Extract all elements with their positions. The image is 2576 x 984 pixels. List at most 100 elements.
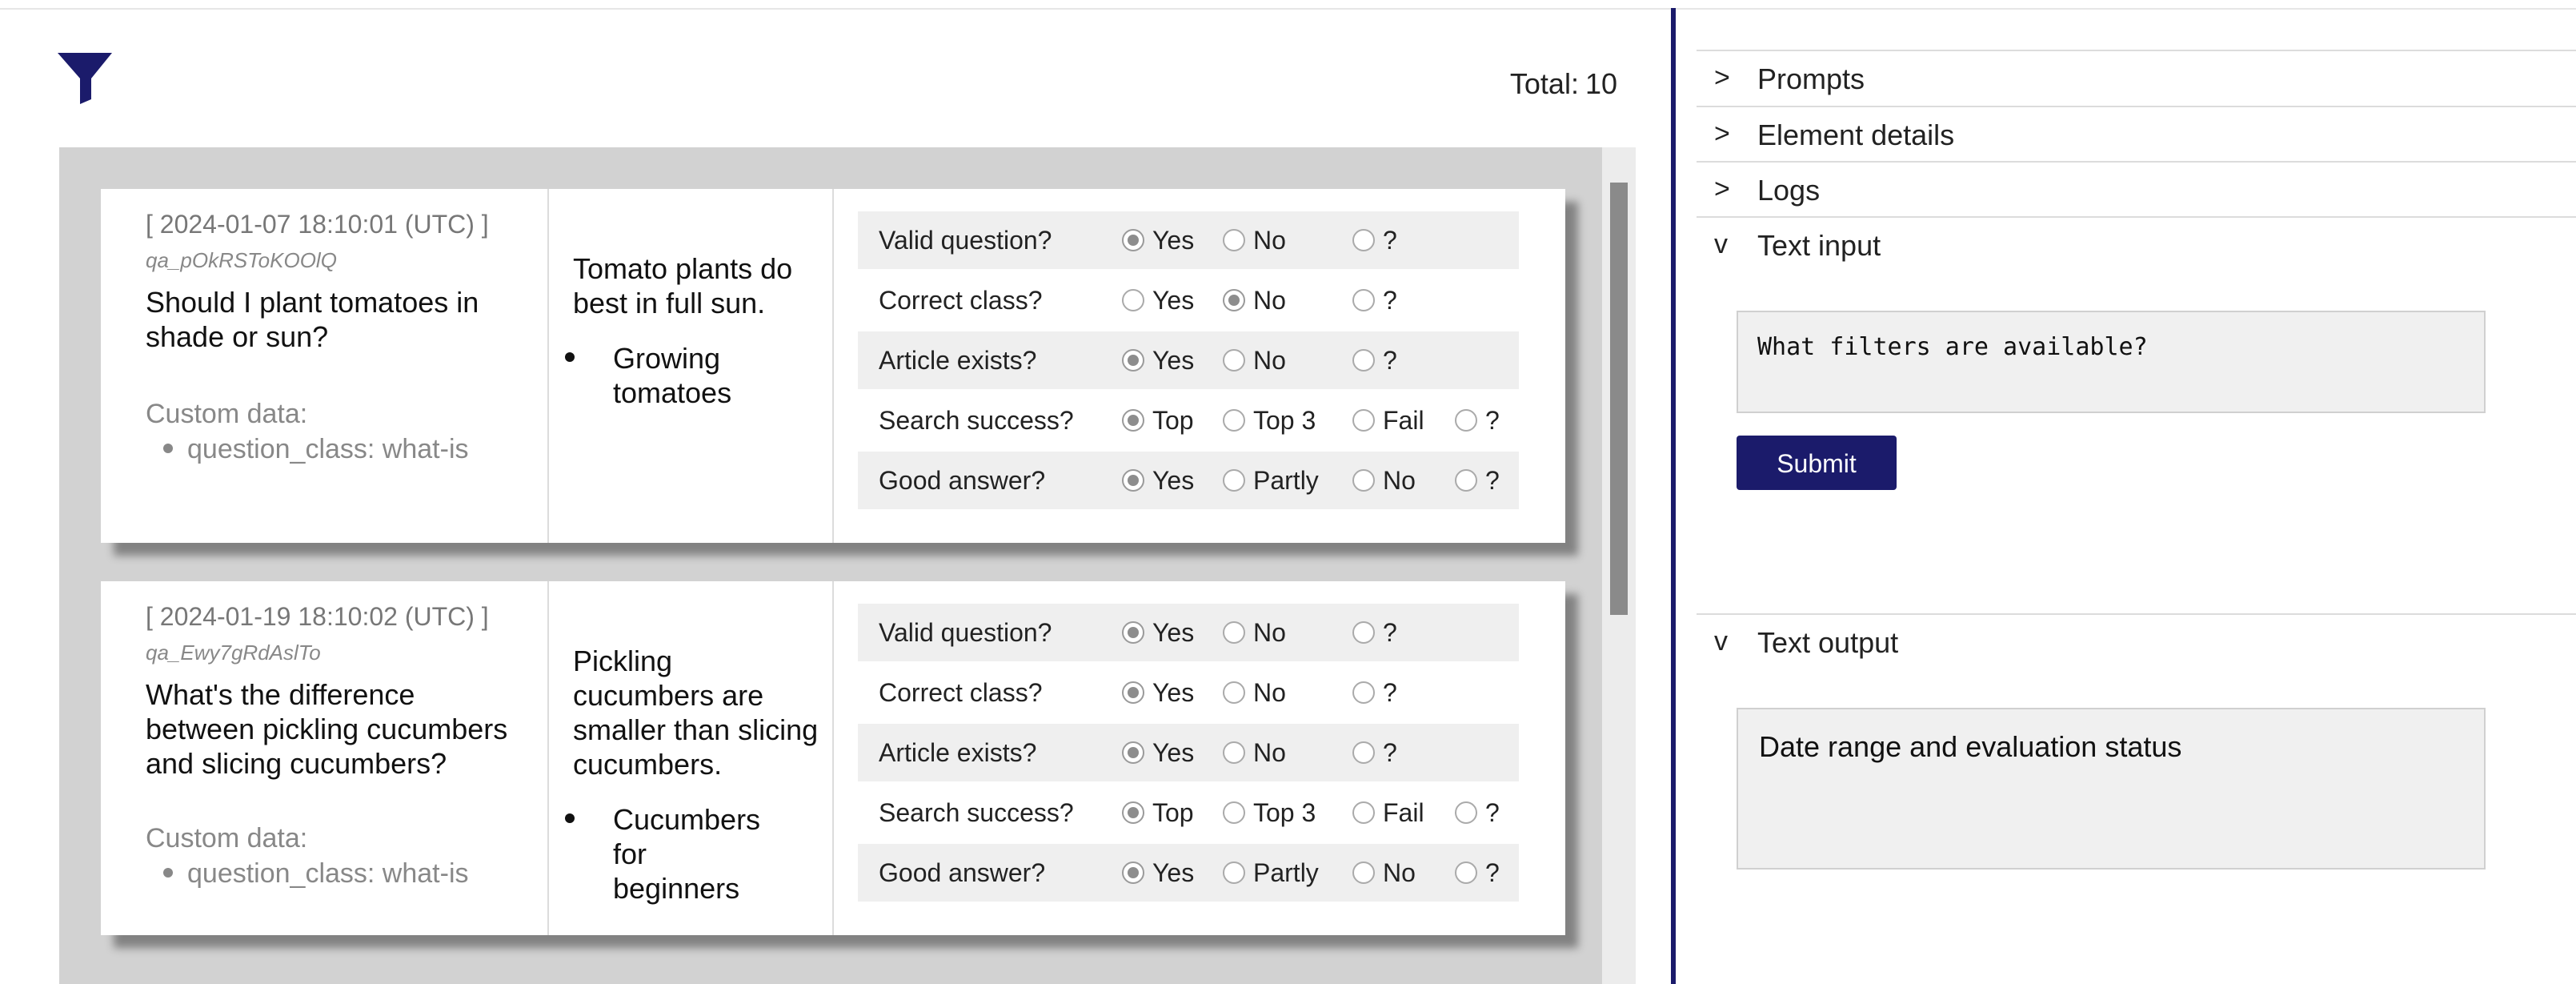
section-header-text-input[interactable]: v Text input (1697, 216, 2576, 272)
section-title: Prompts (1757, 62, 1865, 95)
eval-option-label: Yes (1152, 465, 1195, 495)
eval-option[interactable]: ? (1352, 678, 1397, 707)
radio-button[interactable] (1122, 741, 1144, 764)
eval-label: Valid question? (879, 226, 1052, 255)
radio-button[interactable] (1455, 409, 1477, 432)
eval-option-label: No (1253, 677, 1286, 707)
scrollbar-thumb[interactable] (1610, 183, 1628, 615)
section-header-element-details[interactable]: > Element details (1697, 106, 2576, 162)
radio-button[interactable] (1122, 801, 1144, 824)
radio-button[interactable] (1223, 801, 1245, 824)
eval-label: Good answer? (879, 858, 1046, 887)
eval-option[interactable]: No (1223, 618, 1286, 647)
eval-option[interactable]: No (1223, 286, 1286, 315)
eval-option[interactable]: No (1352, 858, 1416, 887)
eval-option[interactable]: Yes (1122, 858, 1194, 887)
radio-button[interactable] (1352, 681, 1375, 704)
eval-option[interactable]: Fail (1352, 406, 1424, 435)
eval-option[interactable]: Yes (1122, 226, 1194, 255)
eval-option[interactable]: Partly (1223, 858, 1319, 887)
radio-button[interactable] (1223, 229, 1245, 251)
eval-option[interactable]: No (1223, 346, 1286, 375)
radio-button[interactable] (1352, 621, 1375, 644)
eval-option-label: ? (1485, 465, 1500, 495)
eval-option-label: ? (1383, 285, 1397, 315)
eval-option[interactable]: Fail (1352, 798, 1424, 827)
radio-button[interactable] (1352, 741, 1375, 764)
eval-option-label: No (1253, 225, 1286, 255)
pane-divider[interactable] (1671, 8, 1676, 984)
section-header-logs[interactable]: > Logs (1697, 161, 2576, 217)
radio-button[interactable] (1223, 681, 1245, 704)
question-id: qa_Ewy7gRdAslTo (146, 641, 321, 665)
radio-button[interactable] (1223, 621, 1245, 644)
eval-option[interactable]: Top (1122, 406, 1194, 435)
eval-option[interactable]: Top 3 (1223, 406, 1316, 435)
eval-row: Search success? Top Top 3 Fail? (858, 392, 1519, 449)
radio-button[interactable] (1223, 409, 1245, 432)
radio-button[interactable] (1223, 862, 1245, 884)
eval-option[interactable]: ? (1352, 286, 1397, 315)
answer-column: Pickling cucumbers are smaller than slic… (549, 581, 834, 935)
eval-option[interactable]: Yes (1122, 678, 1194, 707)
radio-button[interactable] (1352, 289, 1375, 311)
eval-option[interactable]: ? (1455, 858, 1500, 887)
eval-option[interactable]: Top (1122, 798, 1194, 827)
radio-button[interactable] (1352, 409, 1375, 432)
radio-button[interactable] (1223, 741, 1245, 764)
filter-funnel-icon[interactable] (56, 51, 114, 106)
text-input-field[interactable]: What filters are available? (1737, 311, 2486, 413)
eval-option[interactable]: Yes (1122, 618, 1194, 647)
timestamp: [ 2024-01-07 18:10:01 (UTC) ] (146, 210, 489, 239)
eval-option[interactable]: No (1223, 738, 1286, 767)
eval-label: Correct class? (879, 678, 1043, 707)
radio-button[interactable] (1122, 621, 1144, 644)
evaluation-column: Valid question? Yes No? Correct class? Yes No… (834, 581, 1565, 935)
radio-button[interactable] (1122, 229, 1144, 251)
eval-option-label: ? (1383, 225, 1397, 255)
section-title: Text input (1757, 229, 1881, 262)
eval-option[interactable]: No (1352, 466, 1416, 495)
radio-button[interactable] (1455, 801, 1477, 824)
eval-option[interactable]: Yes (1122, 466, 1194, 495)
radio-button[interactable] (1352, 229, 1375, 251)
radio-button[interactable] (1352, 469, 1375, 492)
radio-button[interactable] (1122, 409, 1144, 432)
radio-button[interactable] (1352, 862, 1375, 884)
eval-option[interactable]: ? (1352, 346, 1397, 375)
submit-button[interactable]: Submit (1737, 436, 1897, 490)
eval-option[interactable]: ? (1352, 618, 1397, 647)
radio-button[interactable] (1352, 801, 1375, 824)
eval-option-label: Yes (1152, 225, 1195, 255)
eval-option[interactable]: ? (1455, 406, 1500, 435)
radio-button[interactable] (1352, 349, 1375, 372)
eval-option[interactable]: ? (1352, 226, 1397, 255)
radio-button[interactable] (1122, 862, 1144, 884)
eval-option[interactable]: Yes (1122, 286, 1194, 315)
eval-option[interactable]: Yes (1122, 346, 1194, 375)
radio-button[interactable] (1223, 349, 1245, 372)
eval-option[interactable]: Top 3 (1223, 798, 1316, 827)
radio-button[interactable] (1122, 681, 1144, 704)
answer-column: Tomato plants do best in full sun. Growin… (549, 189, 834, 543)
radio-button[interactable] (1122, 469, 1144, 492)
eval-option[interactable]: ? (1455, 798, 1500, 827)
eval-option-label: ? (1485, 857, 1500, 887)
radio-button[interactable] (1122, 289, 1144, 311)
eval-option[interactable]: ? (1455, 466, 1500, 495)
eval-option-label: No (1253, 737, 1286, 767)
eval-option[interactable]: Yes (1122, 738, 1194, 767)
radio-button[interactable] (1122, 349, 1144, 372)
radio-button[interactable] (1455, 469, 1477, 492)
eval-option[interactable]: No (1223, 678, 1286, 707)
eval-option[interactable]: ? (1352, 738, 1397, 767)
radio-button[interactable] (1223, 289, 1245, 311)
radio-button[interactable] (1455, 862, 1477, 884)
entry-card: [ 2024-01-07 18:10:01 (UTC) ] qa_pOkRSToK… (101, 189, 1565, 543)
eval-option[interactable]: Partly (1223, 466, 1319, 495)
section-header-prompts[interactable]: > Prompts (1697, 50, 2576, 106)
radio-button[interactable] (1223, 469, 1245, 492)
entries-list[interactable]: [ 2024-01-07 18:10:01 (UTC) ] qa_pOkRSToK… (59, 147, 1602, 984)
eval-option[interactable]: No (1223, 226, 1286, 255)
section-header-text-output[interactable]: v Text output (1697, 613, 2576, 669)
